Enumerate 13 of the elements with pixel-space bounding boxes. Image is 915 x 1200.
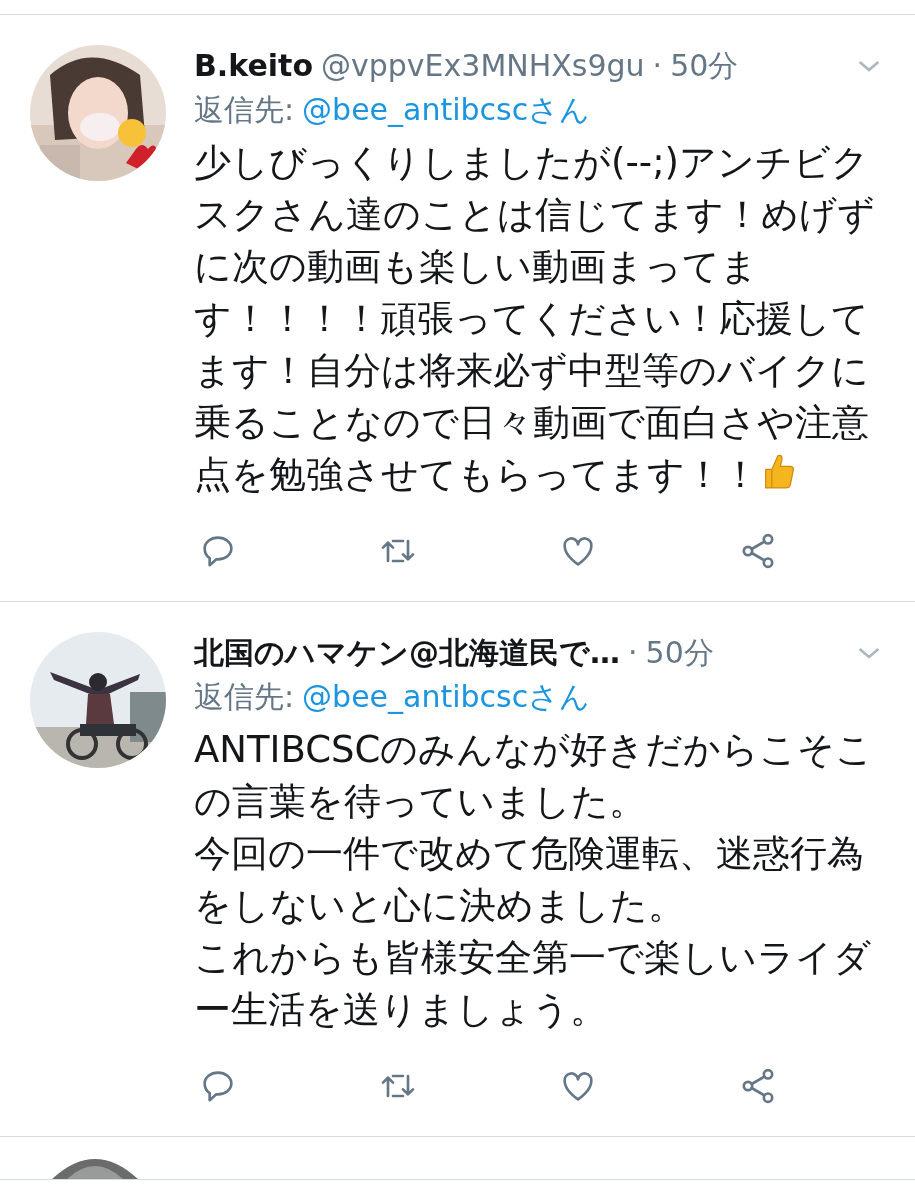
timestamp: 50分 [670,47,739,85]
separator: · [628,634,638,672]
timestamp: 50分 [645,634,714,672]
separator: · [652,47,663,85]
tweet-text: 少しびっくりしましたが(--;)アンチビクスクさん達のことは信じてます！めげずに次の動画も楽しい動画まってます！！！！頑張ってください！応援してます！自分は将来必ず中型等のバイクに乗ることなので日々動画で面白さや注意点を勉強させてもらってます！！ [194,140,876,498]
user-name[interactable]: B.keito [194,45,313,87]
user-handle: @vppvEx3MNHXs9gu [321,47,645,85]
tweet-text: ANTIBCSCのみんなが好きだからこそこの言葉を待っていました。 [194,727,875,825]
reply-label: 返信先: [194,91,295,129]
tweet-text: 今回の一件で改めて危険運転、迷惑行為をしないと心に決めました。 [194,831,865,929]
user-name[interactable]: 北国のハマケン@北海道民で… [194,632,620,674]
reply-label: 返信先: [194,678,295,716]
tweet-text: これからも皆様安全第一で楽しいライダー生活を送りましょう。 [194,935,872,1033]
